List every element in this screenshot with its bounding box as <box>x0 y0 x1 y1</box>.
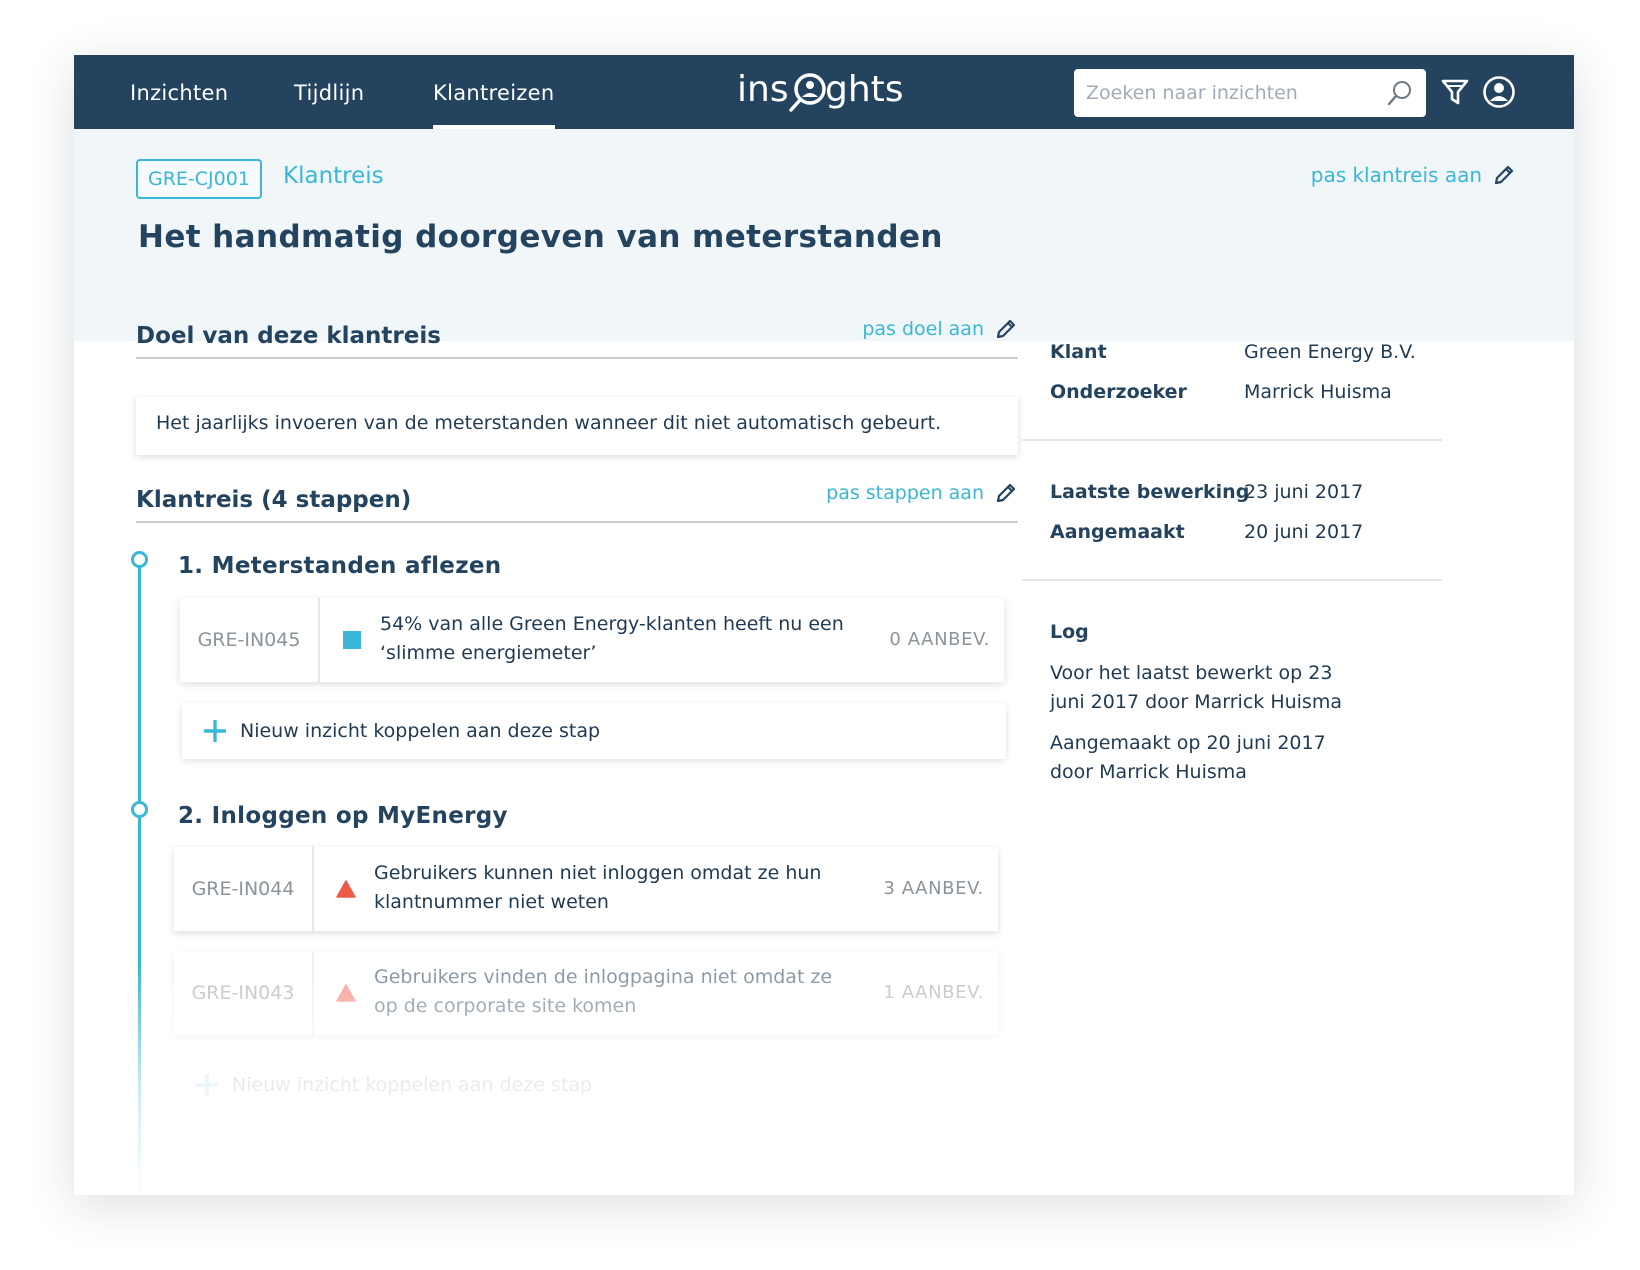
page-header: GRE-CJ001 Klantreis pas klantreis aan He… <box>74 129 1574 341</box>
filter-icon[interactable] <box>1440 77 1470 107</box>
logo-text-part2: ghts <box>825 69 904 110</box>
edit-journey-link[interactable]: pas klantreis aan <box>1311 163 1516 187</box>
log-entry-line: Aangemaakt op 20 juni 2017 <box>1050 732 1326 754</box>
insight-card[interactable]: GRE-IN045 54% van alle Green Energy-klan… <box>180 598 1004 682</box>
insight-text-line: 54% van alle Green Energy-klanten heeft … <box>380 613 844 635</box>
app-window: Inzichten Tijdlijn Klantreizen ins ghts <box>74 55 1574 1195</box>
log-entry-line: Voor het laatst bewerkt op 23 <box>1050 662 1333 684</box>
search-input[interactable] <box>1074 69 1374 117</box>
meta-label-laatste-bewerking: Laatste bewerking <box>1050 481 1250 503</box>
insights-logo[interactable]: ins ghts <box>737 67 911 121</box>
meta-value-klant: Green Energy B.V. <box>1244 341 1416 363</box>
search-box <box>1074 69 1426 117</box>
meta-value-onderzoeker: Marrick Huisma <box>1244 381 1392 403</box>
timeline-dot-step-1 <box>131 551 148 568</box>
meta-label-aangemaakt: Aangemaakt <box>1050 521 1185 543</box>
log-entry-line: door Marrick Huisma <box>1050 761 1247 783</box>
add-insight-button[interactable]: Nieuw inzicht koppelen aan deze stap <box>174 1057 998 1113</box>
user-account-icon[interactable] <box>1482 75 1516 109</box>
edit-steps-link[interactable]: pas stappen aan <box>826 481 1018 505</box>
goal-description: Het jaarlijks invoeren van de meterstand… <box>136 397 1018 455</box>
meta-value-laatste-bewerking: 23 juni 2017 <box>1244 481 1364 503</box>
search-icon[interactable] <box>1386 79 1414 107</box>
pencil-icon <box>1494 165 1514 185</box>
recommendation-count: 0 AANBEV. <box>889 629 990 650</box>
breadcrumb-klantreis[interactable]: Klantreis <box>283 163 384 189</box>
insight-text: Gebruikers kunnen niet inloggen omdat ze… <box>374 859 844 917</box>
logo-person-head <box>806 81 814 89</box>
meta-label-klant: Klant <box>1050 341 1107 363</box>
logo-person-body <box>802 93 818 97</box>
nav-item-tijdlijn[interactable]: Tijdlijn <box>294 81 364 105</box>
insight-text-line: klantnummer niet weten <box>374 891 609 913</box>
step-title-2: 2. Inloggen op MyEnergy <box>178 803 508 829</box>
meta-value-aangemaakt: 20 juni 2017 <box>1244 521 1364 543</box>
pencil-icon <box>996 319 1016 339</box>
page-title: Het handmatig doorgeven van meterstanden <box>138 219 943 255</box>
insight-card[interactable]: GRE-IN043 Gebruikers vinden de inlogpagi… <box>174 951 998 1035</box>
edit-steps-label: pas stappen aan <box>826 482 984 504</box>
logo-magnifier-handle <box>789 98 802 112</box>
goal-section-title: Doel van deze klantreis <box>136 323 441 349</box>
timeline-dot-step-2 <box>131 801 148 818</box>
journey-id-badge: GRE-CJ001 <box>136 159 262 199</box>
journey-section-title: Klantreis (4 stappen) <box>136 487 412 513</box>
goal-section-header: Doel van deze klantreis pas doel aan <box>136 311 1018 359</box>
logo-text-part1: ins <box>737 69 789 110</box>
recommendation-count: 1 AANBEV. <box>883 982 984 1003</box>
nav-item-inzichten[interactable]: Inzichten <box>130 81 228 105</box>
timeline-line <box>138 560 141 1195</box>
plus-icon <box>196 1074 218 1096</box>
edit-goal-link[interactable]: pas doel aan <box>862 317 1018 341</box>
journey-section-header: Klantreis (4 stappen) pas stappen aan <box>136 475 1018 523</box>
square-icon <box>343 631 361 649</box>
insight-text-line: Gebruikers kunnen niet inloggen omdat ze… <box>374 862 822 884</box>
insight-id: GRE-IN043 <box>174 951 314 1035</box>
warning-triangle-icon <box>336 880 356 898</box>
log-title: Log <box>1050 621 1089 643</box>
top-navbar: Inzichten Tijdlijn Klantreizen ins ghts <box>74 55 1574 129</box>
log-entry: Aangemaakt op 20 juni 2017 door Marrick … <box>1050 729 1390 787</box>
insight-id: GRE-IN045 <box>180 598 320 682</box>
pencil-icon <box>996 483 1016 503</box>
insight-card[interactable]: GRE-IN044 Gebruikers kunnen niet inlogge… <box>174 847 998 931</box>
insight-text-line: ‘slimme energiemeter’ <box>380 642 597 664</box>
log-entry-line: juni 2017 door Marrick Huisma <box>1050 691 1342 713</box>
add-insight-label: Nieuw inzicht koppelen aan deze stap <box>240 720 601 742</box>
insight-id: GRE-IN044 <box>174 847 314 931</box>
recommendation-count: 3 AANBEV. <box>883 878 984 899</box>
nav-item-klantreizen[interactable]: Klantreizen <box>433 81 555 129</box>
insight-text: Gebruikers vinden de inlogpagina niet om… <box>374 963 844 1021</box>
log-entry: Voor het laatst bewerkt op 23 juni 2017 … <box>1050 659 1390 717</box>
meta-label-onderzoeker: Onderzoeker <box>1050 381 1187 403</box>
insight-text: 54% van alle Green Energy-klanten heeft … <box>380 610 850 668</box>
add-insight-button[interactable]: Nieuw inzicht koppelen aan deze stap <box>182 703 1006 759</box>
sidebar-divider <box>1022 439 1442 441</box>
add-insight-label: Nieuw inzicht koppelen aan deze stap <box>232 1074 593 1096</box>
insight-text-line: op de corporate site komen <box>374 995 637 1017</box>
warning-triangle-icon <box>336 984 356 1002</box>
edit-goal-label: pas doel aan <box>862 318 984 340</box>
plus-icon <box>204 720 226 742</box>
step-title-1: 1. Meterstanden aflezen <box>178 553 502 579</box>
edit-journey-label: pas klantreis aan <box>1310 163 1482 187</box>
sidebar-divider <box>1022 579 1442 581</box>
insight-text-line: Gebruikers vinden de inlogpagina niet om… <box>374 966 833 988</box>
